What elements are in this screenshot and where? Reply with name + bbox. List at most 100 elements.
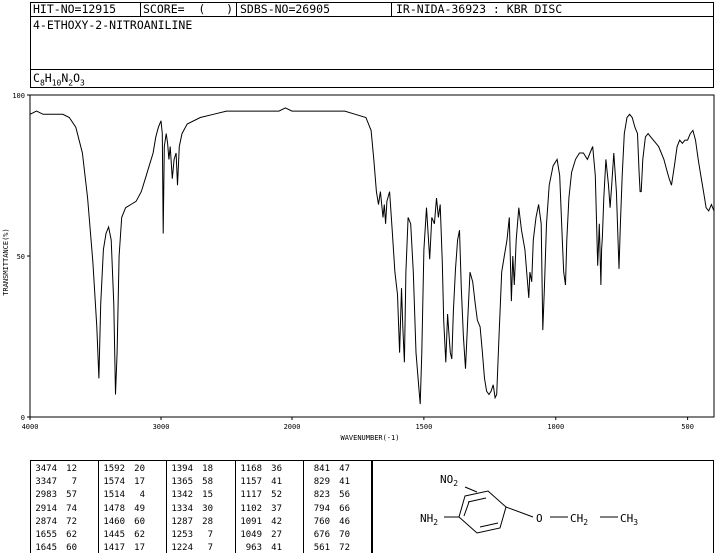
peak-transmittance: 72 <box>339 543 350 554</box>
peak-row: 1445 62 <box>99 529 145 542</box>
peak-transmittance: 7 <box>71 477 77 488</box>
peak-row: 3474 12 <box>31 463 77 476</box>
peak-transmittance: 52 <box>271 490 282 501</box>
peak-row: 1655 62 <box>31 529 77 542</box>
peak-transmittance: 72 <box>66 516 77 527</box>
x-tick-label: 3000 <box>153 423 170 431</box>
ch3-label: CH3 <box>620 512 638 527</box>
x-tick-label: 1000 <box>547 423 564 431</box>
peak-wavenumber: 963 <box>245 543 262 554</box>
peak-row: 963 41 <box>236 542 282 555</box>
peak-transmittance: 4 <box>139 490 145 501</box>
peak-transmittance: 57 <box>66 490 77 501</box>
peak-wavenumber: 1645 <box>35 543 57 554</box>
peak-wavenumber: 841 <box>313 464 330 474</box>
y-tick-label: 0 <box>21 414 25 422</box>
peak-row: 1287 28 <box>167 516 213 529</box>
peak-row: 2983 57 <box>31 489 77 502</box>
peak-wavenumber: 1478 <box>103 503 125 514</box>
no2-label: NO2 <box>440 473 458 488</box>
peak-transmittance: 42 <box>271 516 282 527</box>
peak-row: 1342 15 <box>167 489 213 502</box>
peak-wavenumber: 1394 <box>171 464 193 474</box>
peak-transmittance: 7 <box>207 543 213 554</box>
peak-row: 3347 7 <box>31 476 77 489</box>
peak-wavenumber: 2983 <box>35 490 57 501</box>
peak-wavenumber: 561 <box>313 543 330 554</box>
peak-row: 1168 36 <box>236 463 282 476</box>
peak-transmittance: 27 <box>271 529 282 540</box>
peak-wavenumber: 1224 <box>171 543 193 554</box>
aromatic-bond <box>463 501 470 517</box>
ether-bond <box>505 506 534 518</box>
peak-wavenumber: 1168 <box>240 464 262 474</box>
oxygen-label: O <box>536 512 543 525</box>
ir-spectrum-chart: 100500 4000 3000 2000 1500 1000 500 TRANSMITT… <box>2 92 715 442</box>
peak-row: 1091 42 <box>236 516 282 529</box>
peak-wavenumber: 1592 <box>103 464 125 474</box>
x-axis-label: WAVENUMBER(-1) <box>340 434 399 442</box>
y-tick-label: 100 <box>12 92 25 100</box>
peak-row: 794 66 <box>304 503 350 516</box>
peak-row: 1417 17 <box>99 542 145 555</box>
peak-wavenumber: 794 <box>313 503 330 514</box>
peak-transmittance: 70 <box>339 529 350 540</box>
peak-transmittance: 18 <box>202 464 213 474</box>
x-tick-label: 2000 <box>284 423 301 431</box>
nitro-bond <box>464 486 478 493</box>
peak-row: 1574 17 <box>99 476 145 489</box>
peak-row: 1394 18 <box>167 463 213 476</box>
peak-wavenumber: 1287 <box>171 516 193 527</box>
peak-table-column: 1592 20 1574 17 1514 4 1478 49 1460 60 1445 62 1417 1… <box>99 463 145 555</box>
peak-wavenumber: 823 <box>313 490 330 501</box>
peak-row: 676 70 <box>304 529 350 542</box>
peak-row: 1365 58 <box>167 476 213 489</box>
peak-row: 1334 30 <box>167 503 213 516</box>
peak-wavenumber: 3347 <box>35 477 57 488</box>
peak-transmittance: 37 <box>271 503 282 514</box>
peak-wavenumber: 2874 <box>35 516 57 527</box>
peak-row: 823 56 <box>304 489 350 502</box>
peak-transmittance: 41 <box>339 477 350 488</box>
peak-wavenumber: 829 <box>313 477 330 488</box>
aromatic-bond <box>479 522 499 528</box>
peak-transmittance: 7 <box>207 529 213 540</box>
aromatic-bond <box>467 497 487 503</box>
peak-transmittance: 36 <box>271 464 282 474</box>
x-tick-label: 500 <box>681 423 694 431</box>
nh2-label: NH2 <box>420 512 438 527</box>
peak-wavenumber: 1253 <box>171 529 193 540</box>
chemical-structure: NO2 NH2 O CH2 CH3 <box>420 473 638 534</box>
peak-wavenumber: 760 <box>313 516 330 527</box>
peak-wavenumber: 1102 <box>240 503 262 514</box>
x-ticks: 4000 3000 2000 1500 1000 500 <box>22 417 694 431</box>
peak-transmittance: 41 <box>271 477 282 488</box>
peak-table-column: 1168 36 1157 41 1117 52 1102 37 1091 42 1049 27 963 4… <box>236 463 282 555</box>
x-tick-label: 1500 <box>415 423 432 431</box>
peak-row: 1224 7 <box>167 542 213 555</box>
peak-transmittance: 46 <box>339 516 350 527</box>
peak-transmittance: 49 <box>134 503 145 514</box>
x-tick-label: 4000 <box>22 423 39 431</box>
peak-row: 841 47 <box>304 463 350 476</box>
peak-wavenumber: 1445 <box>103 529 125 540</box>
peak-wavenumber: 1365 <box>171 477 193 488</box>
peak-wavenumber: 676 <box>313 529 330 540</box>
peak-transmittance: 74 <box>66 503 77 514</box>
peak-row: 1253 7 <box>167 529 213 542</box>
peak-row: 829 41 <box>304 476 350 489</box>
peak-transmittance: 41 <box>271 543 282 554</box>
peak-wavenumber: 2914 <box>35 503 57 514</box>
peak-transmittance: 60 <box>66 543 77 554</box>
peak-transmittance: 60 <box>134 516 145 527</box>
peak-wavenumber: 1514 <box>103 490 125 501</box>
peak-row: 2914 74 <box>31 503 77 516</box>
peak-wavenumber: 1117 <box>240 490 262 501</box>
ch2-label: CH2 <box>570 512 588 527</box>
peak-row: 1592 20 <box>99 463 145 476</box>
peak-table-column: 3474 12 3347 7 2983 57 2914 74 2874 72 1655 62 1645 6… <box>31 463 77 555</box>
peak-transmittance: 66 <box>339 503 350 514</box>
spectrum-line <box>29 107 715 405</box>
peak-wavenumber: 3474 <box>35 464 57 474</box>
peak-transmittance: 17 <box>134 477 145 488</box>
